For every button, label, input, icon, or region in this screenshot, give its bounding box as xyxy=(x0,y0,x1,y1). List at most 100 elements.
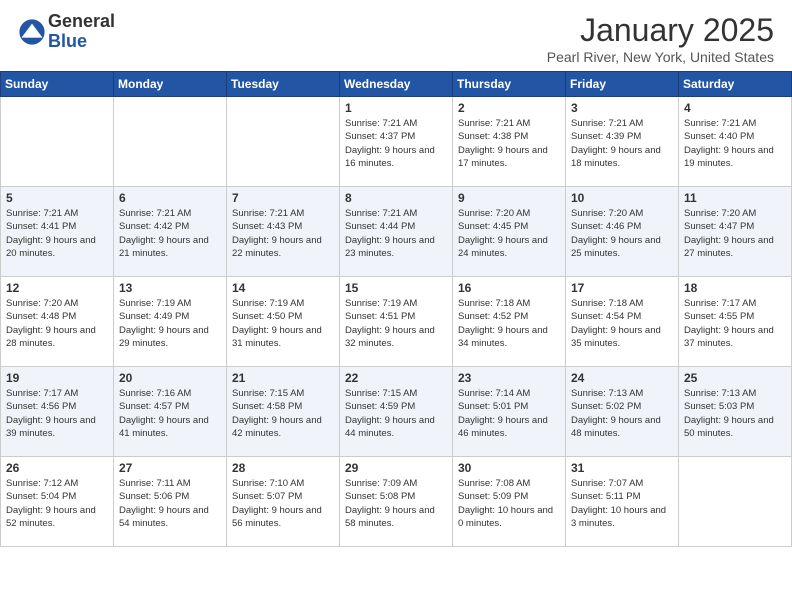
col-header-sunday: Sunday xyxy=(1,72,114,97)
day-number: 8 xyxy=(345,191,447,205)
day-info: Sunrise: 7:11 AM Sunset: 5:06 PM Dayligh… xyxy=(119,477,221,530)
day-info: Sunrise: 7:17 AM Sunset: 4:55 PM Dayligh… xyxy=(684,297,786,350)
day-cell-5: 5Sunrise: 7:21 AM Sunset: 4:41 PM Daylig… xyxy=(1,187,114,277)
week-row-5: 26 Sunrise: 7:12 AM Sunset: 5:04 PM Dayli… xyxy=(1,457,792,547)
day-cell-13: 13 Sunrise: 7:19 AM Sunset: 4:49 PM Dayli… xyxy=(114,277,227,367)
day-cell-15: 15 Sunrise: 7:19 AM Sunset: 4:51 PM Dayli… xyxy=(340,277,453,367)
empty-cell xyxy=(114,97,227,187)
day-number: 28 xyxy=(232,461,334,475)
day-info: Sunrise: 7:21 AM Sunset: 4:44 PM Dayligh… xyxy=(345,207,447,260)
day-info: Sunrise: 7:12 AM Sunset: 5:04 PM Dayligh… xyxy=(6,477,108,530)
day-number: 7 xyxy=(232,191,334,205)
day-info: Sunrise: 7:21 AM Sunset: 4:42 PM Dayligh… xyxy=(119,207,221,260)
day-cell-3: 3 Sunrise: 7:21 AM Sunset: 4:39 PM Daylig… xyxy=(566,97,679,187)
col-header-monday: Monday xyxy=(114,72,227,97)
day-info: Sunrise: 7:17 AM Sunset: 4:56 PM Dayligh… xyxy=(6,387,108,440)
week-row-4: 19 Sunrise: 7:17 AM Sunset: 4:56 PM Dayli… xyxy=(1,367,792,457)
empty-cell xyxy=(227,97,340,187)
day-cell-16: 16Sunrise: 7:18 AM Sunset: 4:52 PM Dayli… xyxy=(453,277,566,367)
logo-icon xyxy=(18,18,46,46)
logo: General Blue xyxy=(18,12,115,52)
day-cell-27: 27 Sunrise: 7:11 AM Sunset: 5:06 PM Dayli… xyxy=(114,457,227,547)
day-cell-23: 23 Sunrise: 7:14 AM Sunset: 5:01 PM Dayli… xyxy=(453,367,566,457)
day-number: 31 xyxy=(571,461,673,475)
header-row: SundayMondayTuesdayWednesdayThursdayFrid… xyxy=(1,72,792,97)
calendar-table: SundayMondayTuesdayWednesdayThursdayFrid… xyxy=(0,71,792,547)
day-cell-17: 17Sunrise: 7:18 AM Sunset: 4:54 PM Dayli… xyxy=(566,277,679,367)
week-row-1: 1 Sunrise: 7:21 AM Sunset: 4:37 PM Daylig… xyxy=(1,97,792,187)
day-cell-21: 21Sunrise: 7:15 AM Sunset: 4:58 PM Dayli… xyxy=(227,367,340,457)
day-cell-31: 31 Sunrise: 7:07 AM Sunset: 5:11 PM Dayli… xyxy=(566,457,679,547)
day-number: 27 xyxy=(119,461,221,475)
col-header-thursday: Thursday xyxy=(453,72,566,97)
day-info: Sunrise: 7:08 AM Sunset: 5:09 PM Dayligh… xyxy=(458,477,560,530)
day-number: 18 xyxy=(684,281,786,295)
day-number: 23 xyxy=(458,371,560,385)
logo-blue: Blue xyxy=(48,32,115,52)
day-number: 15 xyxy=(345,281,447,295)
day-info: Sunrise: 7:19 AM Sunset: 4:49 PM Dayligh… xyxy=(119,297,221,350)
header: General Blue January 2025 Pearl River, N… xyxy=(0,0,792,71)
col-header-saturday: Saturday xyxy=(679,72,792,97)
day-info: Sunrise: 7:21 AM Sunset: 4:39 PM Dayligh… xyxy=(571,117,673,170)
day-info: Sunrise: 7:21 AM Sunset: 4:43 PM Dayligh… xyxy=(232,207,334,260)
day-number: 13 xyxy=(119,281,221,295)
day-info: Sunrise: 7:21 AM Sunset: 4:37 PM Dayligh… xyxy=(345,117,447,170)
day-number: 25 xyxy=(684,371,786,385)
day-cell-22: 22Sunrise: 7:15 AM Sunset: 4:59 PM Dayli… xyxy=(340,367,453,457)
logo-general: General xyxy=(48,12,115,32)
day-cell-30: 30 Sunrise: 7:08 AM Sunset: 5:09 PM Dayli… xyxy=(453,457,566,547)
day-info: Sunrise: 7:18 AM Sunset: 4:54 PM Dayligh… xyxy=(571,297,673,350)
title-block: January 2025 Pearl River, New York, Unit… xyxy=(547,12,774,65)
empty-cell xyxy=(679,457,792,547)
day-cell-2: 2Sunrise: 7:21 AM Sunset: 4:38 PM Daylig… xyxy=(453,97,566,187)
day-cell-19: 19 Sunrise: 7:17 AM Sunset: 4:56 PM Dayli… xyxy=(1,367,114,457)
day-cell-24: 24Sunrise: 7:13 AM Sunset: 5:02 PM Dayli… xyxy=(566,367,679,457)
day-number: 20 xyxy=(119,371,221,385)
day-cell-10: 10 Sunrise: 7:20 AM Sunset: 4:46 PM Dayli… xyxy=(566,187,679,277)
title-location: Pearl River, New York, United States xyxy=(547,49,774,65)
day-info: Sunrise: 7:19 AM Sunset: 4:50 PM Dayligh… xyxy=(232,297,334,350)
day-number: 11 xyxy=(684,191,786,205)
day-info: Sunrise: 7:21 AM Sunset: 4:40 PM Dayligh… xyxy=(684,117,786,170)
day-number: 5 xyxy=(6,191,108,205)
day-number: 30 xyxy=(458,461,560,475)
day-info: Sunrise: 7:19 AM Sunset: 4:51 PM Dayligh… xyxy=(345,297,447,350)
day-info: Sunrise: 7:20 AM Sunset: 4:46 PM Dayligh… xyxy=(571,207,673,260)
day-cell-1: 1 Sunrise: 7:21 AM Sunset: 4:37 PM Daylig… xyxy=(340,97,453,187)
day-number: 10 xyxy=(571,191,673,205)
day-number: 3 xyxy=(571,101,673,115)
day-cell-11: 11Sunrise: 7:20 AM Sunset: 4:47 PM Dayli… xyxy=(679,187,792,277)
day-info: Sunrise: 7:09 AM Sunset: 5:08 PM Dayligh… xyxy=(345,477,447,530)
day-info: Sunrise: 7:13 AM Sunset: 5:03 PM Dayligh… xyxy=(684,387,786,440)
day-number: 24 xyxy=(571,371,673,385)
day-number: 21 xyxy=(232,371,334,385)
day-info: Sunrise: 7:20 AM Sunset: 4:45 PM Dayligh… xyxy=(458,207,560,260)
day-info: Sunrise: 7:20 AM Sunset: 4:48 PM Dayligh… xyxy=(6,297,108,350)
day-cell-4: 4 Sunrise: 7:21 AM Sunset: 4:40 PM Daylig… xyxy=(679,97,792,187)
col-header-tuesday: Tuesday xyxy=(227,72,340,97)
day-info: Sunrise: 7:10 AM Sunset: 5:07 PM Dayligh… xyxy=(232,477,334,530)
day-info: Sunrise: 7:14 AM Sunset: 5:01 PM Dayligh… xyxy=(458,387,560,440)
day-cell-6: 6 Sunrise: 7:21 AM Sunset: 4:42 PM Daylig… xyxy=(114,187,227,277)
day-number: 9 xyxy=(458,191,560,205)
day-number: 19 xyxy=(6,371,108,385)
day-number: 6 xyxy=(119,191,221,205)
day-cell-20: 20 Sunrise: 7:16 AM Sunset: 4:57 PM Dayli… xyxy=(114,367,227,457)
col-header-wednesday: Wednesday xyxy=(340,72,453,97)
title-month: January 2025 xyxy=(547,12,774,49)
week-row-2: 5Sunrise: 7:21 AM Sunset: 4:41 PM Daylig… xyxy=(1,187,792,277)
day-number: 16 xyxy=(458,281,560,295)
day-cell-29: 29 Sunrise: 7:09 AM Sunset: 5:08 PM Dayli… xyxy=(340,457,453,547)
day-info: Sunrise: 7:21 AM Sunset: 4:38 PM Dayligh… xyxy=(458,117,560,170)
day-cell-28: 28 Sunrise: 7:10 AM Sunset: 5:07 PM Dayli… xyxy=(227,457,340,547)
day-number: 29 xyxy=(345,461,447,475)
day-number: 26 xyxy=(6,461,108,475)
day-info: Sunrise: 7:15 AM Sunset: 4:59 PM Dayligh… xyxy=(345,387,447,440)
day-info: Sunrise: 7:07 AM Sunset: 5:11 PM Dayligh… xyxy=(571,477,673,530)
col-header-friday: Friday xyxy=(566,72,679,97)
day-number: 1 xyxy=(345,101,447,115)
day-cell-7: 7 Sunrise: 7:21 AM Sunset: 4:43 PM Daylig… xyxy=(227,187,340,277)
day-info: Sunrise: 7:16 AM Sunset: 4:57 PM Dayligh… xyxy=(119,387,221,440)
day-number: 4 xyxy=(684,101,786,115)
